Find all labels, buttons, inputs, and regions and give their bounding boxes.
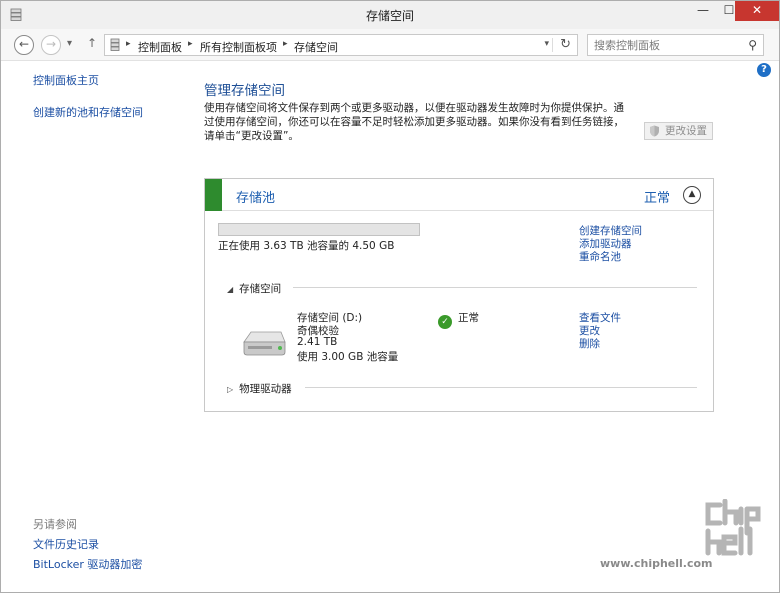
see-also-label: 另请参阅: [33, 518, 77, 531]
change-settings-button[interactable]: 更改设置: [644, 122, 713, 140]
address-bar: ← → ▾ ↑ ▸ 控制面板 ▸ 所有控制面板项 ▸ 存储空间 ▾ ↻ ⚲: [1, 29, 779, 61]
page-description: 使用存储空间将文件保存到两个或更多驱动器，以便在驱动器发生故障时为你提供保护。通…: [204, 102, 624, 142]
address-divider: [552, 38, 553, 52]
minimize-button[interactable]: —: [690, 1, 716, 21]
breadcrumb-all-items[interactable]: 所有控制面板项: [200, 39, 277, 55]
bitlocker-link[interactable]: BitLocker 驱动器加密: [33, 556, 142, 572]
section-divider: [293, 287, 697, 288]
change-settings-label: 更改设置: [665, 125, 707, 137]
location-storage-icon: [110, 38, 120, 51]
breadcrumb-separator-icon[interactable]: ▸: [283, 39, 288, 49]
recent-locations-chevron-icon[interactable]: ▾: [67, 38, 72, 49]
back-arrow-icon[interactable]: ←: [14, 35, 34, 55]
storage-spaces-section-label: 存储空间: [239, 283, 282, 295]
space-status: ✓ 正常: [438, 310, 479, 329]
storage-pool-panel: 存储池 正常 ▲ 正在使用 3.63 TB 池容量的 4.50 GB 创建存储空…: [204, 178, 714, 412]
rename-pool-link[interactable]: 重命名池: [579, 249, 621, 264]
breadcrumb-storage-spaces[interactable]: 存储空间: [294, 39, 338, 55]
storage-spaces-window: 存储空间 — ☐ ✕ ← → ▾ ↑ ▸ 控制面板 ▸ 所有控制面板项 ▸ 存储…: [0, 0, 780, 593]
drive-icon: [243, 331, 286, 356]
collapse-chevron-up-icon[interactable]: ▲: [683, 186, 701, 204]
expanded-triangle-icon: ◢: [227, 285, 234, 294]
search-box: ⚲: [587, 34, 764, 56]
check-icon: ✓: [438, 315, 452, 329]
delete-space-link[interactable]: 删除: [579, 336, 600, 351]
physical-drives-section-label: 物理驱动器: [239, 383, 292, 395]
space-pool-usage: 使用 3.00 GB 池容量: [297, 351, 399, 363]
refresh-icon[interactable]: ↻: [560, 37, 571, 52]
file-history-link[interactable]: 文件历史记录: [33, 536, 99, 552]
search-icon[interactable]: ⚲: [748, 38, 757, 52]
control-panel-home-link[interactable]: 控制面板主页: [33, 72, 99, 88]
section-divider: [305, 387, 697, 388]
chiphell-watermark: www.chiphell.com: [600, 499, 770, 579]
window-title: 存储空间: [365, 9, 414, 23]
space-status-text: 正常: [458, 312, 479, 324]
close-button[interactable]: ✕: [735, 1, 779, 21]
breadcrumb-separator-icon: ▸: [126, 39, 131, 49]
breadcrumb-control-panel[interactable]: 控制面板: [138, 39, 182, 55]
chiphell-logo: [705, 499, 761, 556]
space-size: 2.41 TB: [297, 336, 338, 348]
watermark-url: www.chiphell.com: [600, 557, 713, 570]
breadcrumb-separator-icon[interactable]: ▸: [188, 39, 193, 49]
collapsed-triangle-icon: ▷: [227, 385, 234, 394]
help-icon[interactable]: ?: [757, 63, 771, 77]
title-bar: 存储空间 — ☐ ✕: [1, 1, 779, 29]
pool-header[interactable]: 存储池 正常 ▲: [205, 179, 713, 211]
create-pool-link[interactable]: 创建新的池和存储空间: [33, 104, 143, 120]
page-title: 管理存储空间: [204, 83, 285, 99]
physical-drives-section-header[interactable]: ▷ 物理驱动器: [227, 381, 292, 396]
pool-title: 存储池: [236, 191, 276, 206]
breadcrumb[interactable]: ▸ 控制面板 ▸ 所有控制面板项 ▸ 存储空间 ▾ ↻: [104, 34, 578, 56]
pool-usage-bar: [218, 223, 420, 236]
storage-spaces-section-header[interactable]: ◢ 存储空间: [227, 281, 281, 296]
shield-icon: [650, 125, 659, 137]
forward-arrow-icon[interactable]: →: [41, 35, 61, 55]
pool-status-bar: [205, 179, 222, 211]
pool-status: 正常: [644, 191, 671, 206]
up-arrow-icon[interactable]: ↑: [87, 36, 97, 50]
search-input[interactable]: [594, 36, 744, 54]
address-history-chevron-icon[interactable]: ▾: [544, 39, 549, 49]
pool-usage-text: 正在使用 3.63 TB 池容量的 4.50 GB: [218, 240, 395, 252]
